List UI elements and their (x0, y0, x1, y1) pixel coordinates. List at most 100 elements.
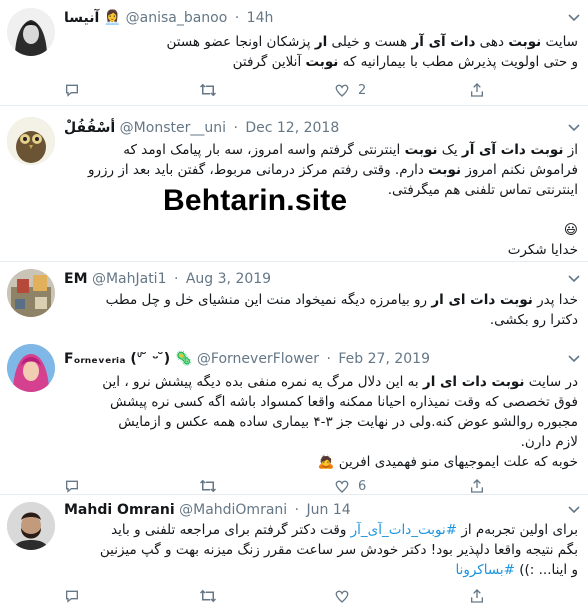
like-button[interactable]: 2 (334, 80, 366, 100)
text-segment: دکترا رو بکشی. (489, 312, 578, 328)
text-segment: رو بیامرزه دیگه نمیخواد منت این منشیای خ… (105, 292, 432, 308)
tweet-text: برای اولین تجربه‌م از #نوبت_دات_آی_آر وق… (64, 520, 578, 580)
reply-icon (64, 478, 80, 494)
text-segment: 😃 (563, 222, 578, 238)
text-segment: اینترنتی گرفتم واسه امروز، سه بار پیامک … (123, 142, 405, 158)
chevron-down-icon[interactable] (568, 14, 580, 24)
text-segment: دهی (475, 34, 509, 50)
heart-icon (334, 588, 350, 604)
tweet-text: در سایت نوبت دات ای ار به این دلال مرگ ی… (64, 372, 578, 472)
text-segment: ار (314, 34, 328, 50)
timestamp[interactable]: Jun 14 (307, 502, 351, 518)
avatar[interactable] (7, 344, 55, 392)
text-segment: و اینا... :)) (514, 562, 578, 578)
reply-button[interactable] (64, 80, 88, 100)
text-segment: به این دلال مرگ یه نمره منفی بده دیگه پی… (102, 374, 423, 390)
username[interactable]: @Monster__uni (120, 120, 226, 136)
text-segment: وقت دکتر گرفتم برای مراجعه تلفنی و باید (111, 522, 351, 538)
username[interactable]: @anisa_banoo (126, 10, 228, 26)
share-button[interactable] (469, 80, 485, 100)
retweet-button[interactable] (199, 476, 225, 496)
tweet[interactable]: آنیسا 👩‍💼 @anisa_banoo · 14h سایت نوبت د… (0, 0, 588, 106)
tweet-text: سایت نوبت دهی دات آی آر هست و خیلی ار پز… (64, 32, 578, 72)
chevron-down-icon[interactable] (568, 355, 580, 365)
retweet-icon (199, 588, 217, 604)
separator-dot: · (173, 271, 179, 287)
tweet[interactable]: EM @MahJati1 · Aug 3, 2019 خدا پدر نوبت … (0, 263, 588, 328)
text-segment: نوبت دات ای ار (431, 292, 533, 308)
display-name[interactable]: آنیسا (64, 10, 99, 26)
timestamp[interactable]: Dec 12, 2018 (245, 120, 339, 136)
retweet-button[interactable] (199, 586, 225, 606)
retweet-button[interactable] (199, 80, 225, 100)
separator-dot: · (294, 502, 300, 518)
avatar[interactable] (7, 269, 55, 317)
text-segment: آنلاین گرفتن (232, 54, 306, 70)
retweet-icon (199, 478, 217, 494)
reply-icon (64, 588, 80, 604)
text-segment: نوبت دات آی آر (461, 142, 564, 158)
separator-dot: · (234, 10, 240, 26)
chevron-down-icon[interactable] (568, 124, 580, 134)
username[interactable]: @MahJati1 (92, 271, 167, 287)
text-segment: برای اولین تجربه‌م از (457, 522, 578, 538)
text-segment: خدا پدر (532, 292, 578, 308)
like-count: 6 (358, 478, 367, 494)
text-segment: نوبت (404, 142, 438, 158)
avatar[interactable] (7, 8, 55, 56)
text-segment: بگم نتیجه واقعا دلپذیر بود! دکتر خودش سر… (99, 542, 578, 558)
watermark-text: Behtarin.site (163, 184, 348, 217)
separator-dot: · (326, 351, 331, 367)
tweet-header: أسْفُفُلْ @Monster__uni · Dec 12, 2018 (64, 118, 578, 138)
text-segment: اینترنتی تماس تلفنی هم میگرفتی. (387, 182, 578, 198)
tweet-header: Fₒᵣₙₑᵥₑᵣᵢₐ (ᐡ ̆ ᵕ ̆) 🦠 @ForneverFlower ·… (64, 349, 578, 369)
share-icon (469, 82, 485, 98)
heart-icon (334, 478, 350, 494)
text-segment: خوبه که علت ایموجیهای منو فهمیدی افرین 🙇 (317, 454, 578, 470)
retweet-icon (199, 82, 217, 98)
name-emoji: 👩‍💼 (103, 10, 122, 26)
tweet-header: EM @MahJati1 · Aug 3, 2019 (64, 269, 578, 289)
text-segment: پزشکان اونجا عضو هستن (166, 34, 315, 50)
tweet[interactable]: Mahdi Omrani @MahdiOmrani · Jun 14 برای … (0, 496, 588, 606)
share-button[interactable] (469, 476, 485, 496)
timestamp[interactable]: Feb 27, 2019 (338, 351, 430, 367)
text-segment: دات آی آر (411, 34, 476, 50)
separator-dot: · (233, 120, 238, 136)
heart-icon (334, 82, 350, 98)
like-count: 2 (358, 82, 367, 98)
like-button[interactable]: 6 (334, 476, 366, 496)
avatar[interactable] (7, 117, 55, 165)
share-button[interactable] (469, 586, 485, 606)
text-segment: یک (437, 142, 462, 158)
display-name[interactable]: EM (64, 271, 88, 287)
tweet-header: Mahdi Omrani @MahdiOmrani · Jun 14 (64, 500, 578, 520)
display-name[interactable]: Mahdi Omrani (64, 502, 175, 518)
like-button[interactable] (334, 586, 358, 606)
text-segment: و حتی اولویت پذیرش مطب با بیمارانیه که (338, 54, 578, 70)
text-segment: خدایا شکرت (507, 242, 578, 258)
chevron-down-icon[interactable] (568, 275, 580, 285)
text-segment: هست و خیلی (327, 34, 412, 50)
chevron-down-icon[interactable] (568, 506, 580, 516)
text-segment: نوبت (305, 54, 339, 70)
hashtag-link[interactable]: #نوبت_دات_آی_آر (351, 522, 457, 538)
hashtag-link[interactable]: #بساکرونا (455, 562, 515, 578)
text-segment: فوق تخصصی که وقت نمیذاره احیانا ممکنه وا… (109, 394, 578, 410)
text-segment: نوبت دات ای ار (422, 374, 525, 390)
reply-button[interactable] (64, 476, 88, 496)
reply-icon (64, 82, 80, 98)
timestamp[interactable]: Aug 3, 2019 (186, 271, 271, 287)
username[interactable]: @MahdiOmrani (179, 502, 287, 518)
username[interactable]: @ForneverFlower (197, 351, 319, 367)
text-segment: نوبت (428, 162, 462, 178)
timestamp[interactable]: 14h (247, 10, 274, 26)
share-icon (469, 588, 485, 604)
display-name[interactable]: أسْفُفُلْ (64, 120, 115, 136)
reply-button[interactable] (64, 586, 88, 606)
text-segment: دارم. وقتی رفتم مرکز درمانی مربوط، گفتن … (87, 162, 429, 178)
avatar[interactable] (7, 502, 55, 550)
tweet-feed: آنیسا 👩‍💼 @anisa_banoo · 14h سایت نوبت د… (0, 0, 588, 606)
display-name[interactable]: Fₒᵣₙₑᵥₑᵣᵢₐ (ᐡ ̆ ᵕ ̆) 🦠 (64, 351, 192, 367)
tweet[interactable]: Fₒᵣₙₑᵥₑᵣᵢₐ (ᐡ ̆ ᵕ ̆) 🦠 @ForneverFlower ·… (0, 340, 588, 495)
